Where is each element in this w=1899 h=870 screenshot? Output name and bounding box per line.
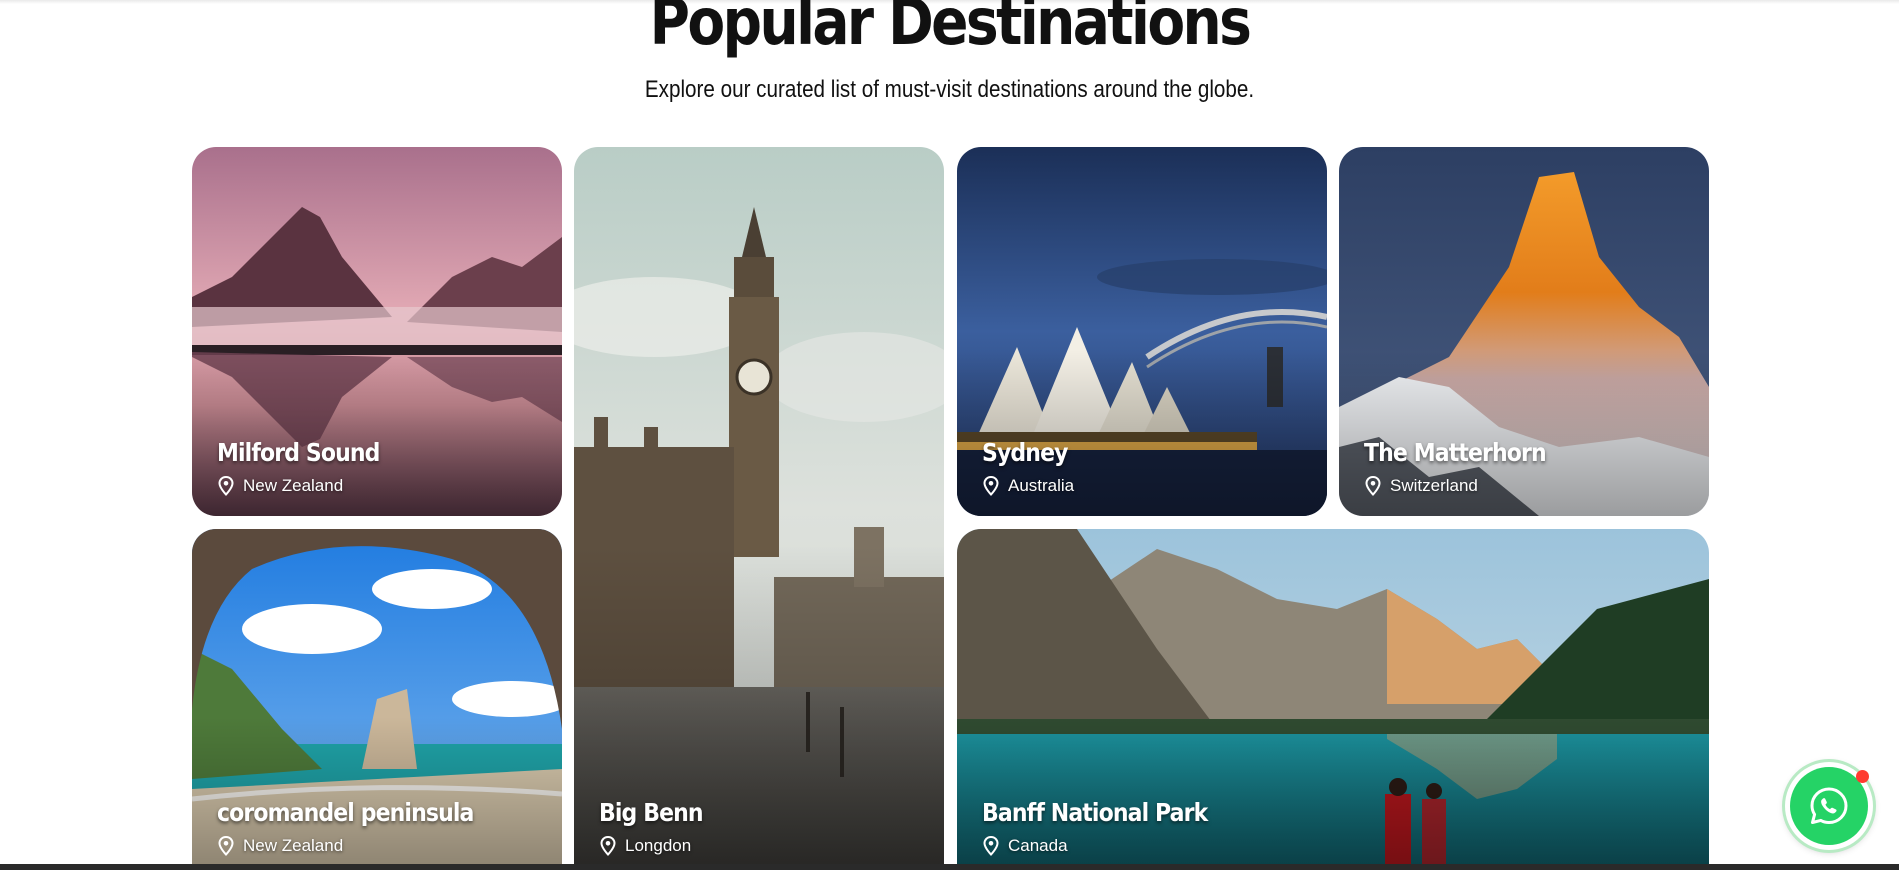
destination-card-banff-national-park[interactable]: Banff National Park Canada — [957, 529, 1709, 870]
card-caption: Milford Sound New Zealand — [217, 438, 402, 496]
card-caption: coromandel peninsula New Zealand — [217, 798, 508, 856]
map-pin-icon — [983, 476, 999, 496]
page: Popular Destinations Explore our curated… — [0, 0, 1899, 870]
destination-name: Big Benn — [599, 798, 704, 827]
map-pin-icon — [983, 836, 999, 856]
destination-location: New Zealand — [217, 836, 508, 856]
destination-card-sydney[interactable]: Sydney Australia — [957, 147, 1327, 516]
map-pin-icon — [218, 836, 234, 856]
destination-name: Milford Sound — [217, 438, 380, 467]
section-title: Popular Destinations — [649, 0, 1252, 60]
map-pin-icon — [600, 836, 616, 856]
destination-name: Banff National Park — [982, 798, 1208, 827]
destination-country: Longdon — [625, 836, 692, 855]
destination-location: Longdon — [599, 836, 717, 856]
map-pin-icon — [1365, 476, 1381, 496]
card-caption: Sydney Australia — [982, 438, 1079, 496]
map-pin-icon — [218, 476, 234, 496]
section-subtitle: Explore our curated list of must-visit d… — [644, 76, 1255, 103]
destination-card-the-matterhorn[interactable]: The Matterhorn Switzerland — [1339, 147, 1709, 516]
destination-country: Australia — [1008, 476, 1075, 495]
whatsapp-icon — [1810, 787, 1848, 824]
whatsapp-chat-button[interactable] — [1785, 762, 1873, 850]
destination-location: New Zealand — [217, 476, 402, 496]
card-caption: The Matterhorn Switzerland — [1364, 438, 1571, 496]
destination-card-big-benn[interactable]: Big Benn Longdon — [574, 147, 944, 870]
card-caption: Big Benn Longdon — [599, 798, 717, 856]
destination-card-coromandel-peninsula[interactable]: coromandel peninsula New Zealand — [192, 529, 562, 870]
destination-country: Switzerland — [1390, 476, 1478, 495]
destination-name: coromandel peninsula — [217, 798, 474, 827]
notification-dot — [1856, 770, 1869, 783]
destination-country: New Zealand — [243, 476, 344, 495]
bottom-bar — [0, 864, 1899, 870]
destination-country: New Zealand — [243, 836, 344, 855]
destination-location: Australia — [982, 476, 1079, 496]
destination-country: Canada — [1008, 836, 1068, 855]
card-caption: Banff National Park Canada — [982, 798, 1238, 856]
destination-location: Switzerland — [1364, 476, 1571, 496]
destination-name: The Matterhorn — [1364, 438, 1547, 467]
destination-location: Canada — [982, 836, 1238, 856]
destination-name: Sydney — [982, 438, 1068, 467]
destination-card-milford-sound[interactable]: Milford Sound New Zealand — [192, 147, 562, 516]
